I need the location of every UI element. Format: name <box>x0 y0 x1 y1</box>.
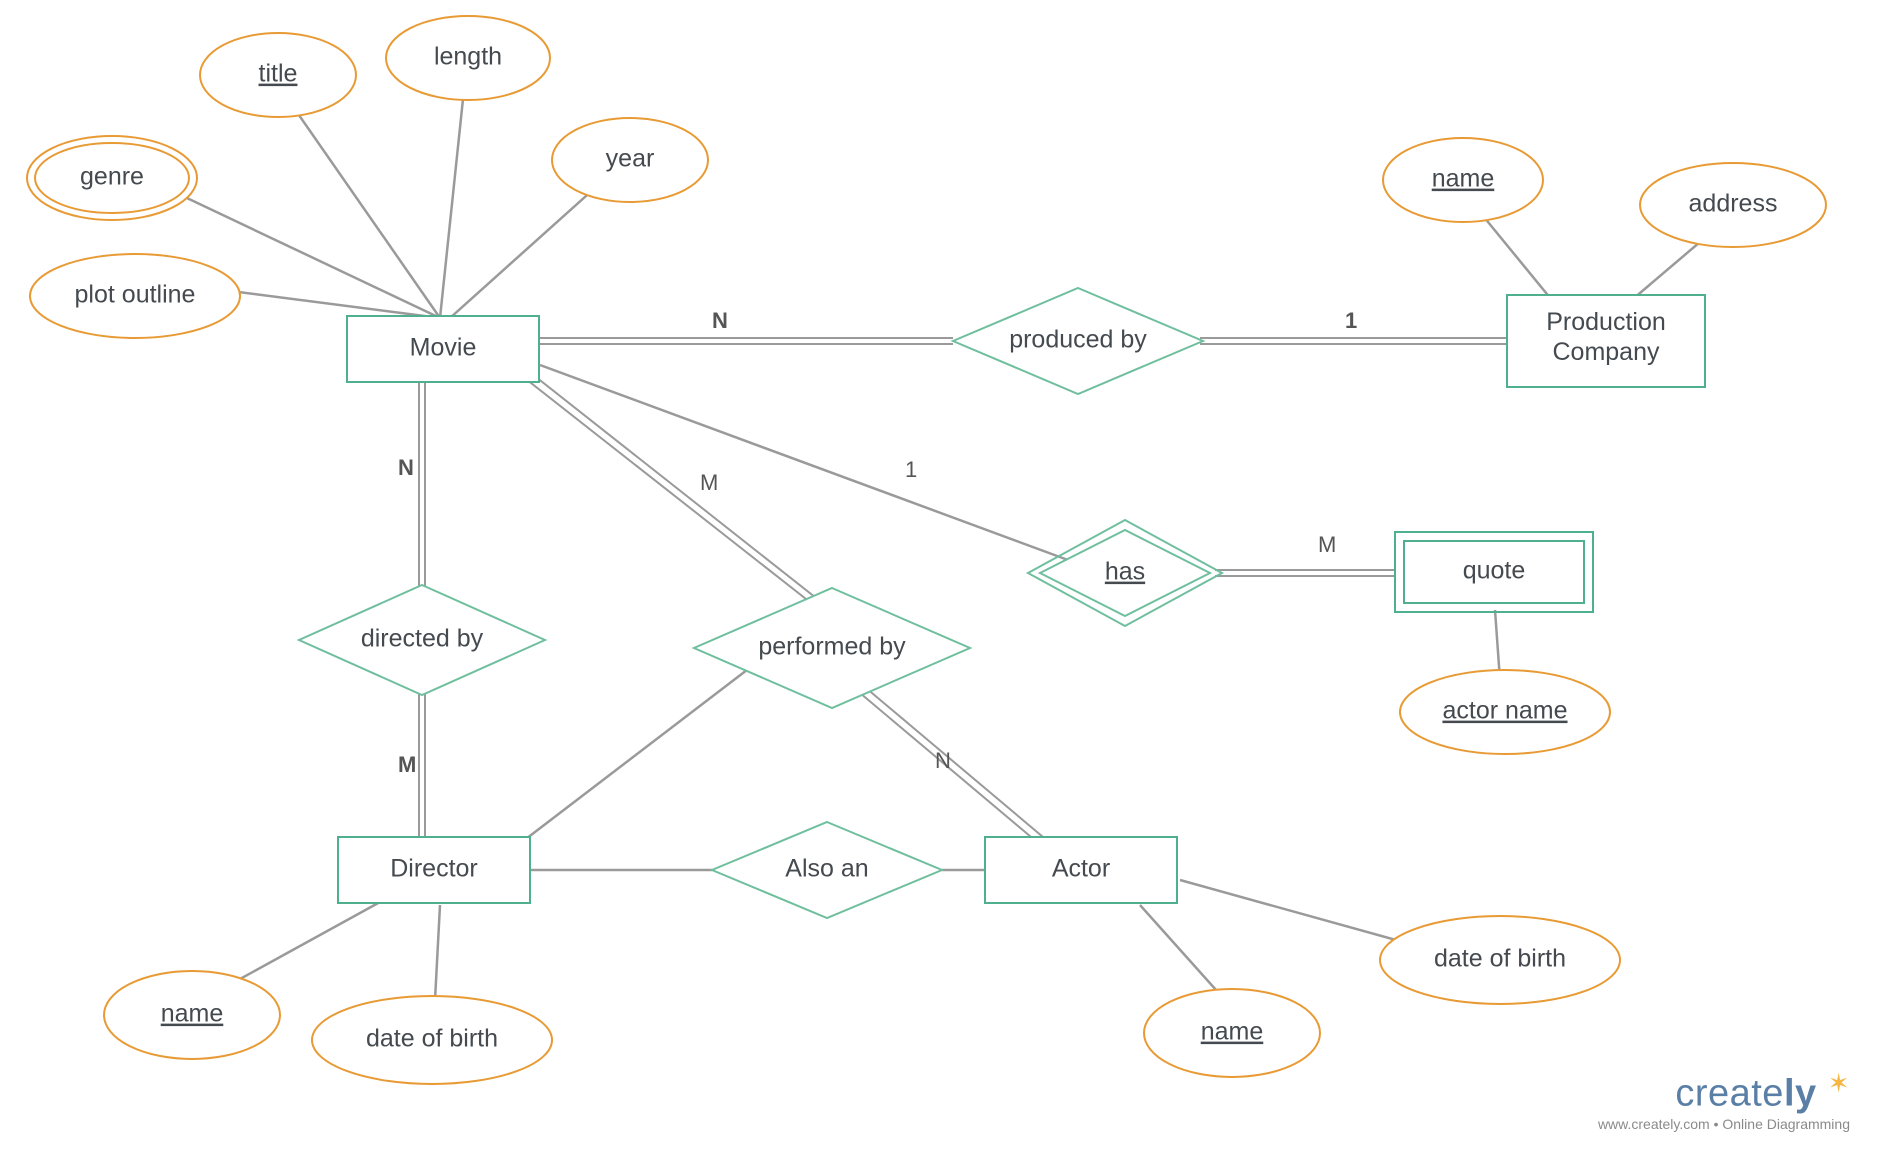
edge-movie-producedby <box>540 338 953 344</box>
watermark-sub: www.creately.com • Online Diagramming <box>1598 1116 1850 1132</box>
edge-director-performedby <box>518 660 760 845</box>
entity-pc-label-2: Company <box>1553 338 1660 366</box>
attr-pc-address: address <box>1640 163 1826 247</box>
card-movie-performed: M <box>700 470 718 495</box>
attr-director-dob-label: date of birth <box>366 1025 498 1053</box>
edge-movie-has <box>540 365 1068 560</box>
rel-performed-by: performed by <box>694 588 970 708</box>
entity-actor: Actor <box>985 837 1177 903</box>
rel-also-an-label: Also an <box>785 855 868 883</box>
rel-has: has <box>1028 520 1222 626</box>
attr-pc-name-label: name <box>1432 165 1495 193</box>
watermark-brand: creately ✶ <box>1598 1068 1850 1116</box>
er-diagram-canvas: genre title length year plot outline nam… <box>0 0 1880 1150</box>
attr-plot-outline: plot outline <box>30 254 240 338</box>
card-actor-performed: N <box>935 748 951 773</box>
attr-director-name: name <box>104 971 280 1059</box>
attr-quote-actorname: actor name <box>1400 670 1610 754</box>
edge-movie-length <box>440 80 465 318</box>
entity-director: Director <box>338 837 530 903</box>
edge-producedby-pc <box>1200 338 1507 344</box>
attr-director-name-label: name <box>161 1000 224 1028</box>
attr-title: title <box>200 33 356 117</box>
attr-director-dob: date of birth <box>312 996 552 1084</box>
attr-actor-dob-label: date of birth <box>1434 945 1566 973</box>
attr-plot-label: plot outline <box>75 281 196 309</box>
entity-quote: quote <box>1395 532 1593 612</box>
attr-year: year <box>552 118 708 202</box>
lightbulb-icon: ✶ <box>1828 1068 1850 1098</box>
attr-pc-name: name <box>1383 138 1543 222</box>
attr-actor-name-label: name <box>1201 1018 1264 1046</box>
entity-movie: Movie <box>347 316 539 382</box>
card-quote-has: M <box>1318 532 1336 557</box>
watermark-brand-pre: create <box>1675 1073 1784 1115</box>
attr-actor-name: name <box>1144 989 1320 1077</box>
card-movie-directed: N <box>398 455 414 480</box>
edge-actor-name <box>1140 905 1225 1000</box>
entity-production-company: Production Company <box>1507 295 1705 387</box>
attr-length-label: length <box>434 43 502 71</box>
edge-movie-title <box>285 95 440 318</box>
entity-pc-label-1: Production <box>1546 308 1666 336</box>
card-movie-produced: N <box>712 308 728 333</box>
edge-director-dob <box>435 905 440 1000</box>
rel-directed-by: directed by <box>299 585 545 695</box>
edge-director-name <box>220 902 380 990</box>
attr-title-label: title <box>259 60 298 88</box>
attr-quote-actorname-label: actor name <box>1442 697 1567 725</box>
rel-directed-by-label: directed by <box>361 625 484 653</box>
attr-pc-address-label: address <box>1689 190 1778 218</box>
attr-actor-dob: date of birth <box>1380 916 1620 1004</box>
attr-year-label: year <box>606 145 655 173</box>
entity-quote-label: quote <box>1463 557 1526 585</box>
entity-movie-label: Movie <box>410 334 477 362</box>
rel-also-an: Also an <box>712 822 942 918</box>
attr-length: length <box>386 16 550 100</box>
rel-performed-by-label: performed by <box>758 633 906 661</box>
entity-actor-label: Actor <box>1052 855 1110 883</box>
edge-movie-performedby <box>517 366 825 610</box>
card-movie-has: 1 <box>905 457 917 482</box>
edge-movie-directedby <box>419 382 425 586</box>
card-pc-produced: 1 <box>1345 308 1357 333</box>
edge-has-quote <box>1215 570 1395 576</box>
attr-genre: genre <box>27 136 197 220</box>
entity-director-label: Director <box>390 855 478 883</box>
rel-produced-by: produced by <box>953 288 1203 394</box>
edge-directedby-director <box>419 694 425 837</box>
rel-has-label: has <box>1105 558 1145 586</box>
attr-genre-label: genre <box>80 163 144 191</box>
rel-produced-by-label: produced by <box>1009 326 1147 354</box>
card-dir-directed: M <box>398 752 416 777</box>
watermark-brand-post: ly <box>1784 1073 1817 1115</box>
watermark: creately ✶ www.creately.com • Online Dia… <box>1598 1068 1850 1132</box>
edge-performedby-actor <box>860 688 1043 842</box>
